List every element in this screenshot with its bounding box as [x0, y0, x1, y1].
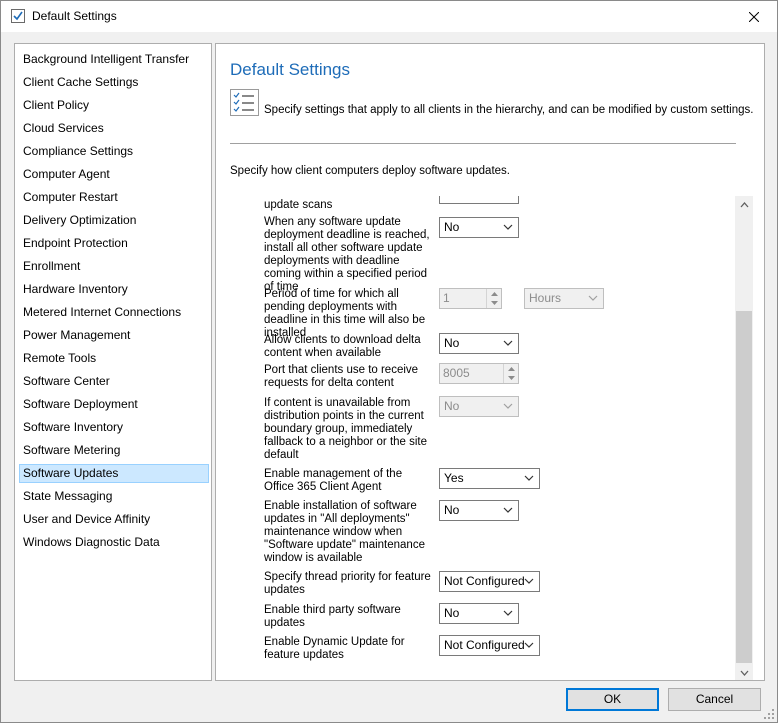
- page-title: Default Settings: [230, 60, 351, 79]
- chevron-down-icon: [490, 300, 498, 305]
- vertical-scrollbar[interactable]: [735, 196, 753, 680]
- nav-item-user-and-device-affinity[interactable]: User and Device Affinity: [19, 510, 209, 529]
- setting-label-update-scans: update scans: [264, 199, 333, 211]
- dropdown-value: Not Configured: [444, 574, 525, 588]
- spin-down-button[interactable]: [487, 298, 501, 307]
- nav-item-windows-diagnostic-data[interactable]: Windows Diagnostic Data: [19, 533, 209, 552]
- spinner-buttons: [486, 289, 501, 308]
- close-button[interactable]: [731, 1, 777, 32]
- setting-label-delta-download: Allow clients to download delta content …: [264, 334, 421, 359]
- nav-item-client-cache-settings[interactable]: Client Cache Settings: [19, 73, 209, 92]
- nav-item-state-messaging[interactable]: State Messaging: [19, 487, 209, 506]
- chevron-up-icon: [507, 366, 515, 371]
- dropdown-value: Yes: [444, 471, 464, 485]
- chevron-up-icon: [740, 201, 748, 207]
- separator: [230, 143, 736, 144]
- nav-item-cloud-services[interactable]: Cloud Services: [19, 119, 209, 138]
- settings-panel: Default Settings Specify settings that a…: [215, 43, 765, 681]
- period-unit-dropdown[interactable]: Hours: [524, 288, 604, 309]
- delta-download-dropdown[interactable]: No: [439, 333, 519, 354]
- default-settings-window: Default Settings Background Intelligent …: [0, 0, 778, 723]
- dropdown-value: Not Configured: [444, 638, 525, 652]
- period-spinner[interactable]: 1: [439, 288, 502, 309]
- third-party-dropdown[interactable]: No: [439, 603, 519, 624]
- section-description: Specify how client computers deploy soft…: [230, 165, 510, 177]
- spinner-buttons: [503, 364, 518, 383]
- nav-item-software-inventory[interactable]: Software Inventory: [19, 418, 209, 437]
- nav-item-remote-tools[interactable]: Remote Tools: [19, 349, 209, 368]
- chevron-down-icon: [524, 475, 534, 481]
- spin-up-button[interactable]: [487, 289, 501, 298]
- scrollbar-thumb[interactable]: [736, 311, 752, 663]
- ok-button[interactable]: OK: [566, 688, 659, 711]
- chevron-down-icon: [524, 642, 534, 648]
- setting-label-thread-priority: Specify thread priority for feature upda…: [264, 571, 431, 596]
- chevron-down-icon: [503, 224, 513, 230]
- setting-label-third-party: Enable third party software updates: [264, 604, 401, 629]
- nav-item-compliance-settings[interactable]: Compliance Settings: [19, 142, 209, 161]
- chevron-down-icon: [507, 375, 515, 380]
- title-bar[interactable]: Default Settings: [1, 1, 777, 32]
- dropdown-value: No: [444, 503, 460, 517]
- setting-label-office365: Enable management of the Office 365 Clie…: [264, 468, 403, 493]
- cancel-button[interactable]: Cancel: [668, 688, 761, 711]
- dynamic-update-dropdown[interactable]: Not Configured: [439, 635, 540, 656]
- nav-item-software-deployment[interactable]: Software Deployment: [19, 395, 209, 414]
- nav-item-computer-restart[interactable]: Computer Restart: [19, 188, 209, 207]
- chevron-down-icon: [503, 610, 513, 616]
- dropdown-value: Hours: [529, 291, 562, 305]
- fallback-dropdown[interactable]: No: [439, 396, 519, 417]
- delta-port-spinner[interactable]: 8005: [439, 363, 519, 384]
- window-title: Default Settings: [32, 9, 117, 23]
- office365-dropdown[interactable]: Yes: [439, 468, 540, 489]
- setting-label-dynamic-update: Enable Dynamic Update for feature update…: [264, 636, 405, 661]
- setting-label-all-deployments: Enable installation of software updates …: [264, 500, 425, 564]
- spin-down-button[interactable]: [504, 373, 518, 382]
- chevron-down-icon: [740, 670, 748, 676]
- chevron-down-icon: [503, 403, 513, 409]
- nav-item-software-metering[interactable]: Software Metering: [19, 441, 209, 460]
- chevron-down-icon: [503, 340, 513, 346]
- dropdown-value: No: [444, 336, 460, 350]
- spin-up-button[interactable]: [504, 364, 518, 373]
- nav-item-background-intelligent-transfer[interactable]: Background Intelligent Transfer: [19, 50, 209, 69]
- resize-grip-icon[interactable]: [763, 708, 775, 720]
- nav-item-enrollment[interactable]: Enrollment: [19, 257, 209, 276]
- dropdown-value: No: [444, 606, 460, 620]
- deadline-reached-dropdown[interactable]: No: [439, 217, 519, 238]
- nav-item-power-management[interactable]: Power Management: [19, 326, 209, 345]
- dropdown-value: No: [444, 399, 460, 413]
- nav-item-software-updates[interactable]: Software Updates: [19, 464, 209, 483]
- nav-item-software-center[interactable]: Software Center: [19, 372, 209, 391]
- thread-priority-dropdown[interactable]: Not Configured: [439, 571, 540, 592]
- update-scans-dropdown[interactable]: [439, 196, 519, 204]
- chevron-down-icon: [588, 295, 598, 301]
- settings-category-list[interactable]: Background Intelligent Transfer Client C…: [14, 43, 212, 681]
- chevron-down-icon: [503, 507, 513, 513]
- settings-scroll-area[interactable]: update scans When any software update de…: [216, 196, 736, 680]
- close-icon: [749, 11, 759, 22]
- nav-item-computer-agent[interactable]: Computer Agent: [19, 165, 209, 184]
- nav-item-endpoint-protection[interactable]: Endpoint Protection: [19, 234, 209, 253]
- settings-document-icon: [11, 9, 25, 23]
- setting-label-deadline-reached: When any software update deployment dead…: [264, 216, 430, 293]
- spinner-value: 1: [443, 291, 450, 305]
- nav-item-delivery-optimization[interactable]: Delivery Optimization: [19, 211, 209, 230]
- setting-label-fallback: If content is unavailable from distribut…: [264, 397, 428, 461]
- settings-list-icon: [230, 89, 259, 116]
- spinner-value: 8005: [443, 366, 470, 380]
- page-description: Specify settings that apply to all clien…: [264, 104, 754, 116]
- dropdown-value: No: [444, 220, 460, 234]
- scroll-down-button[interactable]: [735, 664, 753, 680]
- all-deployments-dropdown[interactable]: No: [439, 500, 519, 521]
- setting-label-delta-port: Port that clients use to receive request…: [264, 364, 419, 389]
- scroll-up-button[interactable]: [735, 196, 753, 213]
- setting-label-period: Period of time for which all pending dep…: [264, 288, 426, 339]
- chevron-up-icon: [490, 291, 498, 296]
- nav-item-client-policy[interactable]: Client Policy: [19, 96, 209, 115]
- nav-item-hardware-inventory[interactable]: Hardware Inventory: [19, 280, 209, 299]
- nav-item-metered-internet-connections[interactable]: Metered Internet Connections: [19, 303, 209, 322]
- chevron-down-icon: [524, 578, 534, 584]
